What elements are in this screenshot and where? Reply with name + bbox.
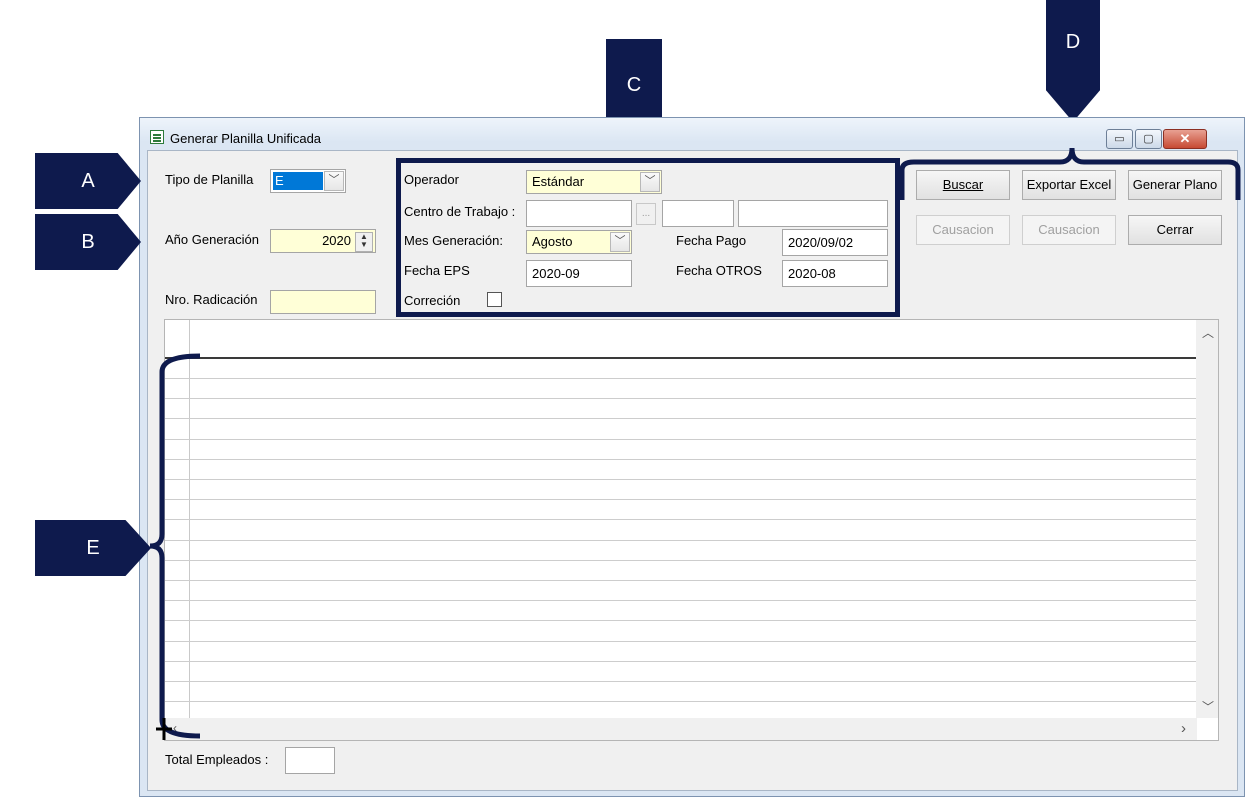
- annotation-e: E: [35, 520, 151, 576]
- vertical-scrollbar[interactable]: ︿ ﹀: [1196, 320, 1218, 718]
- scroll-up-icon[interactable]: ︿: [1202, 324, 1214, 341]
- table-row[interactable]: [165, 398, 1197, 399]
- table-row[interactable]: [165, 661, 1197, 662]
- annotation-c-frame: [396, 158, 900, 317]
- anio-generacion-spinner[interactable]: 2020 ▲ ▼: [270, 229, 376, 253]
- table-row[interactable]: [165, 641, 1197, 642]
- horizontal-scrollbar[interactable]: ‹ ›: [165, 718, 1197, 740]
- table-row[interactable]: [165, 418, 1197, 419]
- annotation-d-bracket: [899, 147, 1241, 200]
- table-row[interactable]: [165, 620, 1197, 621]
- tipo-planilla-select[interactable]: E ﹀: [270, 169, 346, 193]
- table-row[interactable]: [165, 519, 1197, 520]
- table-row[interactable]: [165, 580, 1197, 581]
- chevron-down-icon[interactable]: ﹀: [324, 171, 344, 191]
- anio-generacion-value: 2020: [322, 233, 351, 248]
- nro-radicacion-label: Nro. Radicación: [165, 292, 258, 307]
- table-row[interactable]: [165, 701, 1197, 702]
- table-row[interactable]: [165, 681, 1197, 682]
- table-row[interactable]: [165, 459, 1197, 460]
- window-title: Generar Planilla Unificada: [170, 131, 322, 146]
- tipo-planilla-value: E: [273, 172, 323, 190]
- app-icon: [150, 130, 164, 144]
- total-empleados-label: Total Empleados :: [165, 752, 269, 767]
- table-row[interactable]: [165, 439, 1197, 440]
- causacion-button-1[interactable]: Causacion: [916, 215, 1010, 245]
- grid-header-line: [165, 357, 1197, 359]
- cerrar-button[interactable]: Cerrar: [1128, 215, 1222, 245]
- table-row[interactable]: [165, 479, 1197, 480]
- annotation-a: A: [35, 153, 141, 209]
- scroll-right-icon[interactable]: ›: [1181, 720, 1186, 737]
- annotation-d: D: [1046, 0, 1100, 122]
- annotation-b: B: [35, 214, 141, 270]
- causacion-button-2[interactable]: Causacion: [1022, 215, 1116, 245]
- table-row[interactable]: [165, 560, 1197, 561]
- table-row[interactable]: [165, 540, 1197, 541]
- total-empleados-input: [285, 747, 335, 774]
- table-row[interactable]: [165, 499, 1197, 500]
- table-row[interactable]: [165, 378, 1197, 379]
- anio-generacion-label: Año Generación: [165, 232, 259, 247]
- annotation-e-bracket: [149, 353, 201, 740]
- data-grid[interactable]: ︿ ﹀ ‹ ›: [164, 319, 1219, 741]
- table-row[interactable]: [165, 600, 1197, 601]
- scroll-down-icon[interactable]: ﹀: [1202, 698, 1214, 715]
- spin-arrows-icon[interactable]: ▲ ▼: [355, 232, 373, 252]
- tipo-planilla-label: Tipo de Planilla: [165, 172, 254, 187]
- nro-radicacion-input[interactable]: [270, 290, 376, 314]
